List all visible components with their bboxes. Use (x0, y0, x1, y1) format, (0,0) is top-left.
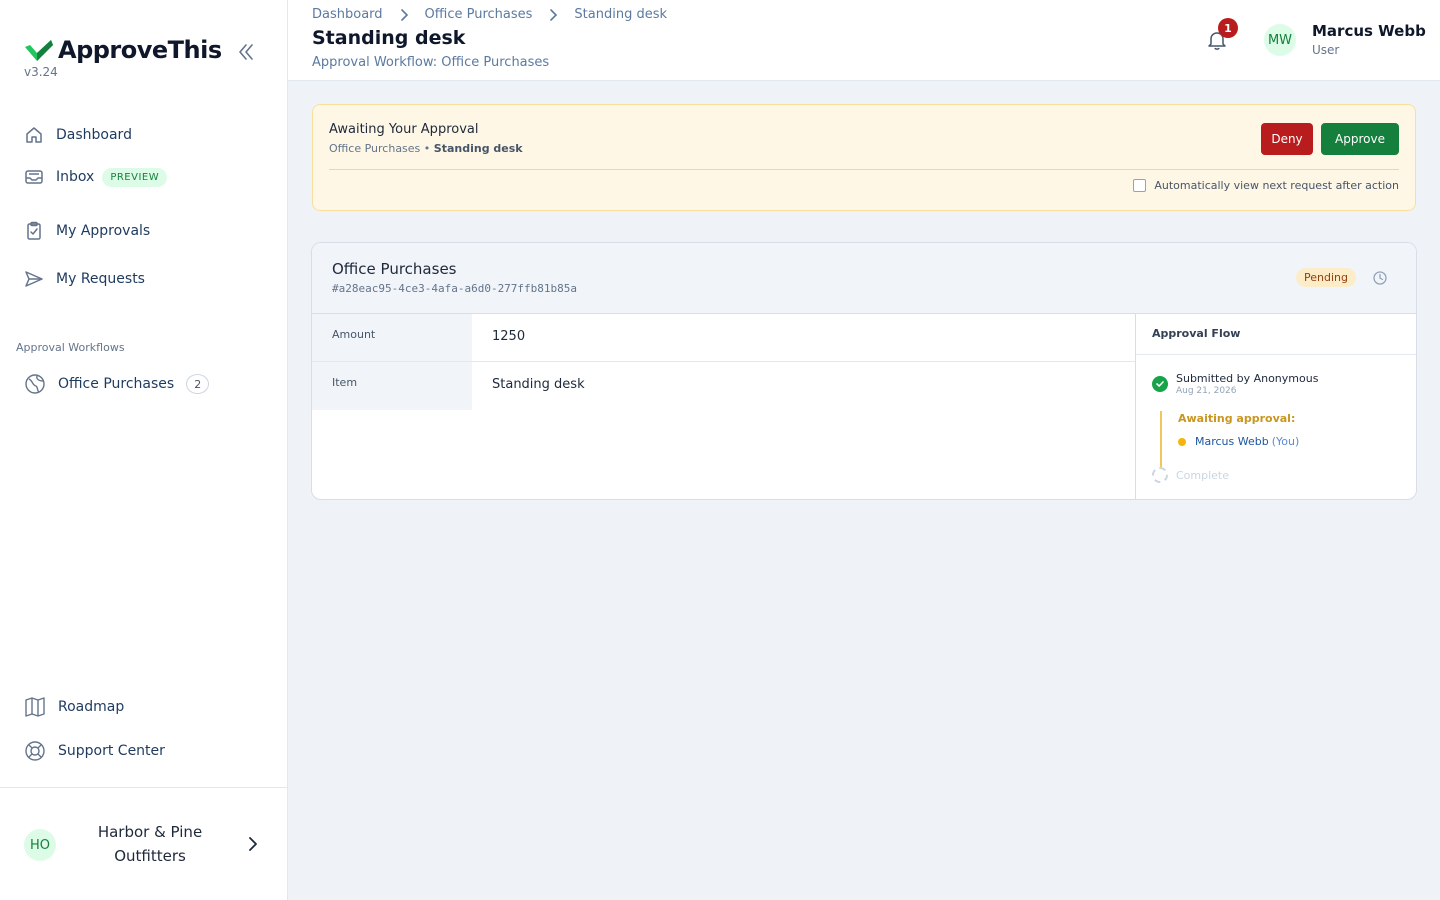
approval-flow-panel: Approval Flow Submitted by Anonymous Aug… (1135, 314, 1416, 499)
field-row-item: Item Standing desk (312, 362, 1136, 410)
sidebar: ApproveThis v3.24 Dashboard Inbox PREVIE… (0, 0, 288, 900)
flow-step-complete: Complete (1152, 467, 1229, 483)
workflow-count-badge: 2 (186, 374, 210, 394)
breadcrumb-office-purchases[interactable]: Office Purchases (425, 7, 533, 22)
banner-item: Standing desk (433, 142, 523, 155)
logo-check-icon (25, 40, 53, 61)
field-row-amount: Amount 1250 (312, 314, 1136, 362)
breadcrumb-dashboard[interactable]: Dashboard (312, 7, 383, 22)
org-name: Harbor & Pine Outfitters (97, 823, 203, 865)
flow-step-submitted: Submitted by Anonymous Aug 21, 2026 (1152, 372, 1318, 396)
approval-workflows-heading: Approval Workflows (16, 341, 125, 354)
banner-title: Awaiting Your Approval (329, 122, 479, 137)
field-label: Item (312, 362, 472, 410)
sidebar-item-label: Office Purchases (58, 376, 175, 392)
org-switcher[interactable]: HO Harbor & Pine Outfitters (0, 787, 287, 900)
request-card-header: Office Purchases #a28eac95-4ce3-4afa-a6d… (312, 243, 1416, 314)
chevron-right-icon (550, 8, 558, 21)
field-value: Standing desk (492, 377, 585, 392)
approval-flow-heading: Approval Flow (1136, 314, 1416, 355)
auto-next-option: Automatically view next request after ac… (1133, 179, 1399, 192)
chevron-right-icon[interactable] (244, 835, 262, 853)
sidebar-item-label: Inbox (56, 169, 95, 185)
awaiting-approval-label: Awaiting approval: (1178, 412, 1296, 425)
dashed-circle-icon (1152, 467, 1168, 483)
banner-separator: • (423, 142, 431, 155)
sidebar-item-my-approvals[interactable]: My Approvals (24, 221, 150, 241)
sidebar-item-my-requests[interactable]: My Requests (24, 269, 145, 289)
request-card: Office Purchases #a28eac95-4ce3-4afa-a6d… (311, 242, 1417, 500)
top-header: Dashboard Office Purchases Standing desk… (288, 0, 1440, 81)
banner-divider (329, 169, 1399, 170)
request-workflow-title: Office Purchases (332, 260, 457, 278)
sidebar-item-label: Support Center (58, 743, 165, 759)
sidebar-item-office-purchases[interactable]: Office Purchases 2 (24, 373, 210, 395)
pending-dot-icon (1178, 437, 1186, 446)
sidebar-item-support-center[interactable]: Support Center (24, 740, 165, 762)
submitted-by: Submitted by Anonymous (1176, 372, 1319, 385)
breadcrumb: Dashboard Office Purchases Standing desk (312, 7, 667, 22)
approver-name: Marcus Webb (1195, 435, 1269, 448)
sidebar-item-inbox[interactable]: Inbox PREVIEW (24, 167, 168, 187)
flow-connector (1160, 411, 1162, 467)
preview-badge: PREVIEW (102, 167, 168, 187)
app-version: v3.24 (24, 65, 58, 79)
collapse-sidebar-icon[interactable] (236, 42, 256, 62)
sidebar-item-dashboard[interactable]: Dashboard (24, 125, 132, 145)
request-fields: Amount 1250 Item Standing desk (312, 314, 1136, 410)
inbox-icon (25, 170, 43, 184)
send-icon (25, 271, 43, 287)
user-name: Marcus Webb (1312, 22, 1426, 40)
auto-next-label[interactable]: Automatically view next request after ac… (1154, 179, 1399, 192)
field-value: 1250 (492, 329, 526, 344)
approver-entry: Marcus Webb (You) (1178, 435, 1299, 448)
breadcrumb-current: Standing desk (574, 7, 668, 22)
approve-button[interactable]: Approve (1321, 123, 1399, 155)
banner-subtitle: Office Purchases • Standing desk (329, 142, 523, 155)
sidebar-item-label: My Approvals (56, 223, 151, 239)
request-id: #a28eac95-4ce3-4afa-a6d0-277ffb81b85a (332, 282, 578, 295)
auto-next-checkbox[interactable] (1133, 179, 1147, 192)
sidebar-item-roadmap[interactable]: Roadmap (24, 696, 124, 718)
deny-button[interactable]: Deny (1261, 123, 1313, 155)
map-icon (25, 697, 45, 717)
chevron-right-icon (400, 8, 408, 21)
submitted-date: Aug 21, 2026 (1176, 386, 1237, 396)
user-avatar[interactable]: MW (1264, 24, 1296, 56)
banner-workflow: Office Purchases (329, 142, 421, 155)
status-badge: Pending (1296, 268, 1356, 287)
awaiting-approval-banner: Awaiting Your Approval Office Purchases … (312, 104, 1416, 211)
app-name: ApproveThis (58, 36, 222, 64)
clock-icon[interactable] (1372, 270, 1388, 286)
org-avatar: HO (24, 829, 56, 861)
page-title: Standing desk (312, 27, 466, 49)
app-logo[interactable]: ApproveThis (24, 36, 222, 64)
check-circle-icon (1152, 376, 1168, 392)
clipboard-check-icon (27, 221, 41, 240)
sidebar-item-label: My Requests (56, 271, 145, 287)
approver-you-label: (You) (1271, 435, 1300, 448)
notification-count-badge: 1 (1218, 18, 1238, 38)
sidebar-item-label: Dashboard (56, 127, 132, 143)
page-subtitle: Approval Workflow: Office Purchases (312, 55, 550, 70)
home-icon (26, 127, 42, 143)
field-label: Amount (312, 314, 472, 361)
user-role: User (1312, 43, 1340, 57)
sidebar-item-label: Roadmap (58, 699, 125, 715)
complete-label: Complete (1176, 468, 1230, 482)
globe-icon (25, 374, 45, 394)
lifebuoy-icon (25, 741, 45, 761)
